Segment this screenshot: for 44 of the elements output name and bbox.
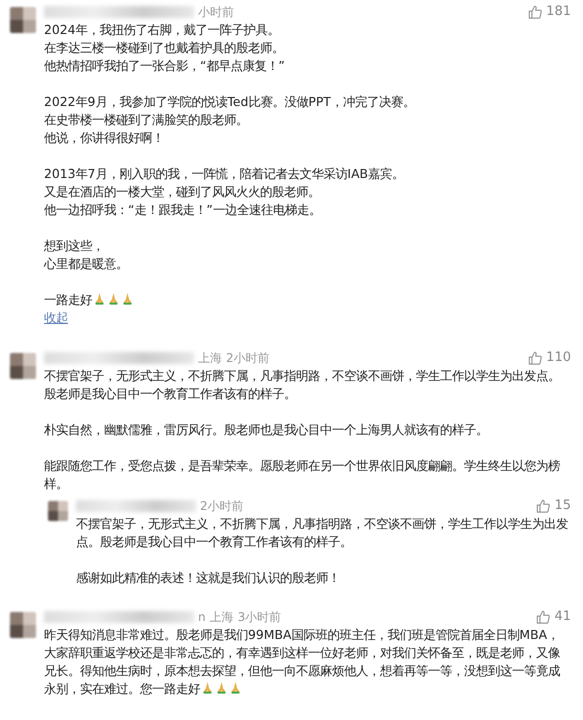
comment-text: 一路走好 bbox=[44, 291, 571, 309]
comment-text: 能跟随您工作，受您点拨，是吾辈荣幸。愿殷老师在另一个世界依旧风度翩翩。学生终生以您为榜样。 bbox=[44, 456, 561, 493]
praying-hands-icon bbox=[121, 292, 134, 305]
comment-text: 在史带楼一楼碰到了满脸笑的殷老师。 bbox=[44, 111, 249, 129]
like-count: 15 bbox=[554, 496, 571, 515]
praying-hands-icon bbox=[93, 292, 106, 305]
thumbs-up-icon[interactable] bbox=[536, 498, 550, 513]
collapse-link[interactable]: 收起 bbox=[44, 309, 68, 327]
comment-text: 不摆官架子，无形式主义，不折腾下属，凡事指明路，不空谈不画饼，学生工作以学生为出发点。殷老师是我心目中一个教育工作者该有的样子。 bbox=[44, 366, 561, 403]
praying-hands-icon bbox=[229, 680, 242, 694]
timestamp: 2小时前 bbox=[200, 498, 244, 515]
comment-text: 朴实自然，幽默儒雅，雷厉风行。殷老师也是我心目中一个上海男人就该有的样子。 bbox=[44, 420, 489, 439]
avatar[interactable] bbox=[48, 500, 68, 521]
comment-text: 他热情招呼我拍了一张合影，“都早点康复！” bbox=[44, 57, 286, 75]
avatar[interactable] bbox=[10, 612, 36, 638]
like-count: 181 bbox=[546, 3, 571, 21]
thumbs-up-icon[interactable] bbox=[536, 610, 550, 624]
comment-text: 不摆官架子，无形式主义，不折腾下属，凡事指明路，不空谈不画饼，学生工作以学生为出发点。殷老师是我心目中一个教育工作者该有的样子。 bbox=[76, 514, 569, 551]
comment-text: 2022年9月，我参加了学院的悦读Ted比赛。没做PPT，冲完了决赛。 bbox=[44, 93, 416, 111]
comment-text: 他说，你讲得很好啊！ bbox=[44, 129, 165, 147]
comment-text: 他一边招呼我：“走！跟我走！”一边全速往电梯走。 bbox=[44, 201, 322, 219]
timestamp: 3小时前 bbox=[238, 608, 282, 626]
user-name[interactable]: n bbox=[198, 608, 206, 626]
timestamp: 2小时前 bbox=[226, 350, 270, 367]
avatar[interactable] bbox=[10, 352, 36, 379]
comment-text: 又是在酒店的一楼大堂，碰到了风风火火的殷老师。 bbox=[44, 183, 321, 201]
comment-text: 想到这些， bbox=[44, 237, 105, 255]
comment-text: 在李达三楼一楼碰到了也戴着护具的殷老师。 bbox=[44, 39, 285, 57]
praying-hands-icon bbox=[107, 292, 120, 305]
like-count: 41 bbox=[554, 608, 571, 626]
avatar[interactable] bbox=[10, 7, 36, 33]
comment-text: 昨天得知消息非常难过。殷老师是我们99MBA国际班的班主任，我们班是管院首届全日制MBA，大家辞职重返学校还是非常忐忑的，有幸遇到这样一位好老师，对我们关怀备至，既是老师，又像兄长。得知他生病时，原本想去探望，但他一向不愿麻烦他人，想着再等一等，没想到这一等竟成永别，实在难过。您一路走好 bbox=[44, 626, 561, 698]
praying-hands-icon bbox=[215, 680, 228, 694]
thumbs-up-icon[interactable] bbox=[528, 5, 542, 19]
location-text: 上海 bbox=[210, 608, 234, 626]
comment-text: 2024年，我扭伤了右脚，戴了一阵子护具。 bbox=[44, 21, 281, 39]
comment-text: 心里都是暖意。 bbox=[44, 255, 129, 273]
praying-hands-icon bbox=[201, 680, 214, 694]
thumbs-up-icon[interactable] bbox=[528, 350, 542, 365]
comment-text: 2013年7月，刚入职的我，一阵慌，陪着记者去文华采访IAB嘉宾。 bbox=[44, 165, 406, 183]
comment-text: 感谢如此精准的表述！这就是我们认识的殷老师！ bbox=[76, 568, 341, 587]
location-text: 上海 bbox=[198, 350, 222, 367]
like-count: 110 bbox=[546, 348, 571, 367]
timestamp: 小时前 bbox=[198, 4, 234, 21]
